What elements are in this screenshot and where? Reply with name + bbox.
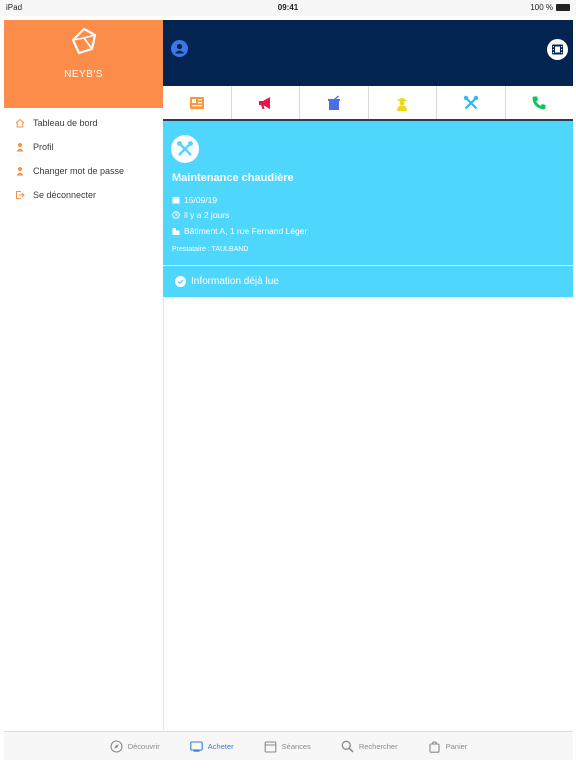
category-bar <box>163 86 573 121</box>
relative-time-value: il y a 2 jours <box>184 210 230 220</box>
calendar-icon <box>264 740 276 753</box>
card-date: 15/09/19 <box>172 195 217 205</box>
read-status-label: Information déjà lue <box>191 276 279 287</box>
info-card[interactable]: Maintenance chaudière 15/09/19 il y a 2 … <box>163 121 573 297</box>
calendar-icon <box>172 197 180 204</box>
logo-icon <box>71 27 97 55</box>
tab-search[interactable]: Rechercher <box>341 740 398 753</box>
tab-label: Rechercher <box>358 741 398 751</box>
tab-works[interactable] <box>369 86 437 119</box>
sidebar-item-label: Tableau de bord <box>33 118 98 128</box>
card-title: Maintenance chaudière <box>172 172 294 184</box>
clock-icon <box>172 211 180 219</box>
film-icon[interactable] <box>547 39 568 60</box>
brand-header: NEYB'S <box>4 20 163 108</box>
tab-cart[interactable]: Panier <box>428 740 468 753</box>
tab-buy[interactable]: Acheter <box>190 740 234 753</box>
sidebar-item-label: Profil <box>33 142 54 152</box>
sidebar-item-profile[interactable]: Profil <box>4 135 163 159</box>
home-icon <box>15 118 25 128</box>
battery-status: 100 % <box>530 3 570 12</box>
card-location: Bâtiment A, 1 rue Fernand Léger <box>172 226 307 236</box>
user-circle-icon[interactable] <box>171 40 188 57</box>
screen-icon <box>190 740 203 752</box>
tab-waste[interactable] <box>300 86 369 119</box>
person-icon <box>16 167 24 176</box>
building-icon <box>172 228 180 235</box>
tab-label: Acheter <box>207 741 234 751</box>
logout-icon <box>16 191 25 199</box>
tab-discover[interactable]: Découvrir <box>110 739 160 753</box>
compass-icon <box>110 739 123 753</box>
person-icon <box>16 143 24 152</box>
tab-contacts[interactable] <box>506 86 574 119</box>
sidebar-item-logout[interactable]: Se déconnecter <box>4 183 163 207</box>
date-value: 15/09/19 <box>184 195 218 205</box>
sidebar-menu: Tableau de bord Profil Changer mot de pa… <box>4 111 163 207</box>
top-bar <box>163 20 573 86</box>
tools-icon <box>171 135 199 163</box>
brand-name: NEYB'S <box>64 69 103 80</box>
sidebar-item-label: Changer mot de passe <box>33 166 125 176</box>
tab-label: Séances <box>281 741 311 751</box>
news-icon <box>189 96 204 109</box>
sidebar-item-dashboard[interactable]: Tableau de bord <box>4 111 163 135</box>
status-time: 09:41 <box>277 3 299 12</box>
bag-icon <box>429 740 440 753</box>
location-value: Bâtiment A, 1 rue Fernand Léger <box>184 226 308 236</box>
tools-icon <box>463 95 478 109</box>
battery-icon <box>556 4 570 11</box>
bottom-tab-bar: Découvrir Acheter Séances Rechercher Pan… <box>4 731 573 760</box>
check-circle-icon <box>175 276 186 287</box>
worker-icon <box>397 97 408 111</box>
phone-icon <box>532 96 546 109</box>
search-icon <box>341 740 354 753</box>
sidebar-item-label: Se déconnecter <box>33 190 97 200</box>
sidebar-item-change-password[interactable]: Changer mot de passe <box>4 159 163 183</box>
tab-sessions[interactable]: Séances <box>264 740 311 753</box>
card-relative-time: il y a 2 jours <box>172 210 229 220</box>
card-provider: Prestataire : TAULBAND <box>172 246 249 253</box>
status-bar: iPad 09:41 100 % <box>0 0 576 16</box>
battery-percent: 100 % <box>530 3 553 12</box>
divider <box>163 265 573 266</box>
tab-maintenance[interactable] <box>437 86 506 119</box>
trash-icon <box>327 95 340 110</box>
tab-announcements[interactable] <box>232 86 300 119</box>
read-status: Information déjà lue <box>175 276 279 287</box>
tab-label: Panier <box>445 741 468 751</box>
megaphone-icon <box>259 96 271 109</box>
tab-news[interactable] <box>163 86 232 119</box>
main-content: Maintenance chaudière 15/09/19 il y a 2 … <box>163 20 573 730</box>
tab-label: Découvrir <box>127 741 160 751</box>
sidebar: NEYB'S Tableau de bord Profil Changer mo… <box>4 20 164 730</box>
